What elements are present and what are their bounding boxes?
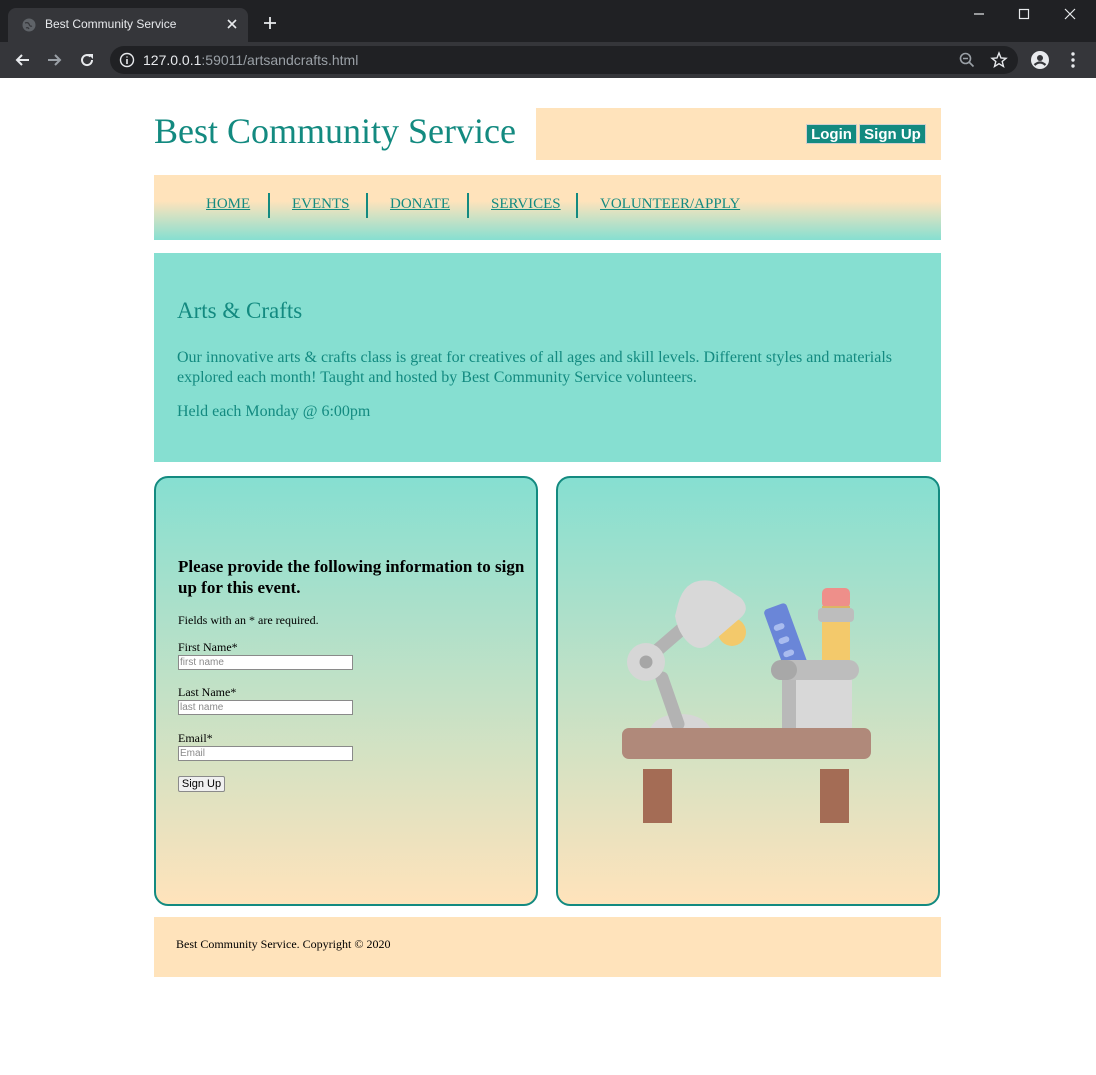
nav-events[interactable]: EVENTS (292, 196, 350, 213)
plus-icon[interactable] (262, 15, 278, 31)
nav-volunteer-apply[interactable]: VOLUNTEER/APPLY (600, 196, 740, 213)
maximize-icon[interactable] (1014, 4, 1034, 24)
zoom-icon[interactable] (958, 51, 976, 69)
email-input[interactable] (178, 746, 353, 761)
signup-button[interactable]: Sign Up (859, 124, 926, 144)
main-nav: HOME EVENTS DONATE SERVICES VOLUNTEER/AP… (154, 175, 941, 240)
minimize-icon[interactable] (969, 4, 989, 24)
globe-icon (22, 18, 36, 32)
tab-strip: Best Community Service (0, 0, 1096, 42)
nav-donate[interactable]: DONATE (390, 196, 450, 213)
form-heading: Please provide the following information… (178, 557, 525, 597)
star-icon[interactable] (990, 51, 1008, 69)
last-name-input[interactable] (178, 700, 353, 715)
browser-chrome: Best Community Service 127.0.0.1:59011/a… (0, 0, 1096, 78)
required-note: Fields with an * are required. (178, 613, 319, 627)
url-path: :59011/artsandcrafts.html (201, 52, 359, 68)
nav-separator (268, 193, 270, 218)
illustration-card (556, 476, 940, 906)
signup-form-card: Please provide the following information… (154, 476, 538, 906)
tab-title: Best Community Service (45, 17, 177, 31)
event-signup-submit-button[interactable]: Sign Up (178, 776, 225, 792)
site-title: Best Community Service (154, 111, 516, 151)
forward-arrow-icon[interactable] (44, 50, 64, 70)
close-icon[interactable] (224, 16, 240, 32)
event-description: Our innovative arts & crafts class is gr… (177, 349, 893, 386)
nav-separator (467, 193, 469, 218)
first-name-label: First Name* (178, 640, 238, 654)
profile-icon[interactable] (1030, 50, 1050, 70)
event-title: Arts & Crafts (177, 298, 303, 323)
address-bar[interactable]: 127.0.0.1:59011/artsandcrafts.html (110, 46, 1018, 74)
last-name-label: Last Name* (178, 685, 237, 699)
url-host: 127.0.0.1 (143, 52, 202, 68)
nav-separator (576, 193, 578, 218)
kebab-menu-icon[interactable] (1063, 50, 1083, 70)
url-text: 127.0.0.1:59011/artsandcrafts.html (143, 52, 358, 68)
login-button[interactable]: Login (806, 124, 857, 144)
desk-lamp-pencil-cup-illustration (622, 580, 871, 823)
window-close-icon[interactable] (1060, 4, 1080, 24)
event-schedule: Held each Monday @ 6:00pm (177, 403, 371, 420)
reload-icon[interactable] (77, 50, 97, 70)
page-footer: Best Community Service. Copyright © 2020 (154, 917, 941, 977)
copyright-text: Best Community Service. Copyright © 2020 (176, 937, 391, 951)
info-icon[interactable] (119, 52, 135, 68)
web-page: Best Community Service Login Sign Up HOM… (1, 78, 1095, 1075)
email-label: Email* (178, 731, 213, 745)
auth-bar: Login Sign Up (536, 108, 941, 160)
nav-services[interactable]: SERVICES (491, 196, 561, 213)
back-arrow-icon[interactable] (13, 50, 33, 70)
event-info: Arts & Crafts Our innovative arts & craf… (154, 253, 941, 462)
first-name-input[interactable] (178, 655, 353, 670)
browser-tab[interactable]: Best Community Service (8, 8, 248, 42)
browser-toolbar: 127.0.0.1:59011/artsandcrafts.html (0, 42, 1096, 78)
nav-home[interactable]: HOME (206, 196, 250, 213)
nav-separator (366, 193, 368, 218)
